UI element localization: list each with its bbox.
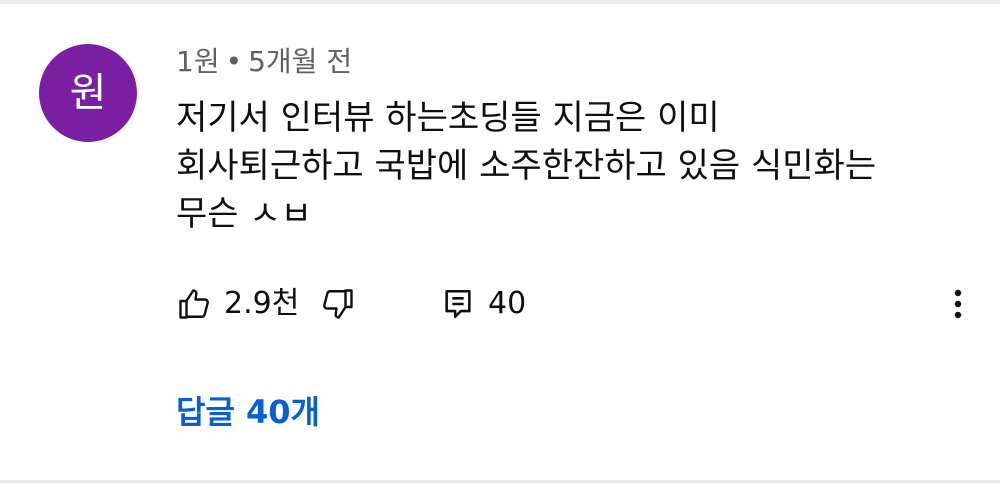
more-vertical-icon <box>954 289 962 319</box>
comment-text: 저기서 인터뷰 하는초딩들 지금은 이미 회사퇴근하고 국밥에 소주한잔하고 있… <box>176 98 877 234</box>
view-replies-link[interactable]: 답글 40개 <box>176 388 320 436</box>
avatar[interactable]: 원 <box>39 44 137 142</box>
avatar-letter: 원 <box>69 70 107 116</box>
top-divider <box>0 0 1000 4</box>
reply-count: 40 <box>488 286 527 321</box>
reply-button[interactable] <box>440 284 476 324</box>
more-options-button[interactable] <box>938 282 978 326</box>
bottom-divider <box>0 480 1000 483</box>
author-name[interactable]: 1원 <box>176 45 220 78</box>
thumbs-up-icon <box>179 289 209 319</box>
thumbs-down-icon <box>323 289 353 319</box>
comment-action-bar: 2.9천 40 <box>0 282 1000 326</box>
comment-icon <box>445 289 471 319</box>
like-button[interactable] <box>174 284 214 324</box>
meta-separator: • <box>225 45 243 78</box>
dislike-button[interactable] <box>318 284 358 324</box>
comment-meta: 1원 • 5개월 전 <box>176 44 352 80</box>
like-count: 2.9천 <box>224 286 300 321</box>
comment-timestamp[interactable]: 5개월 전 <box>248 45 352 78</box>
